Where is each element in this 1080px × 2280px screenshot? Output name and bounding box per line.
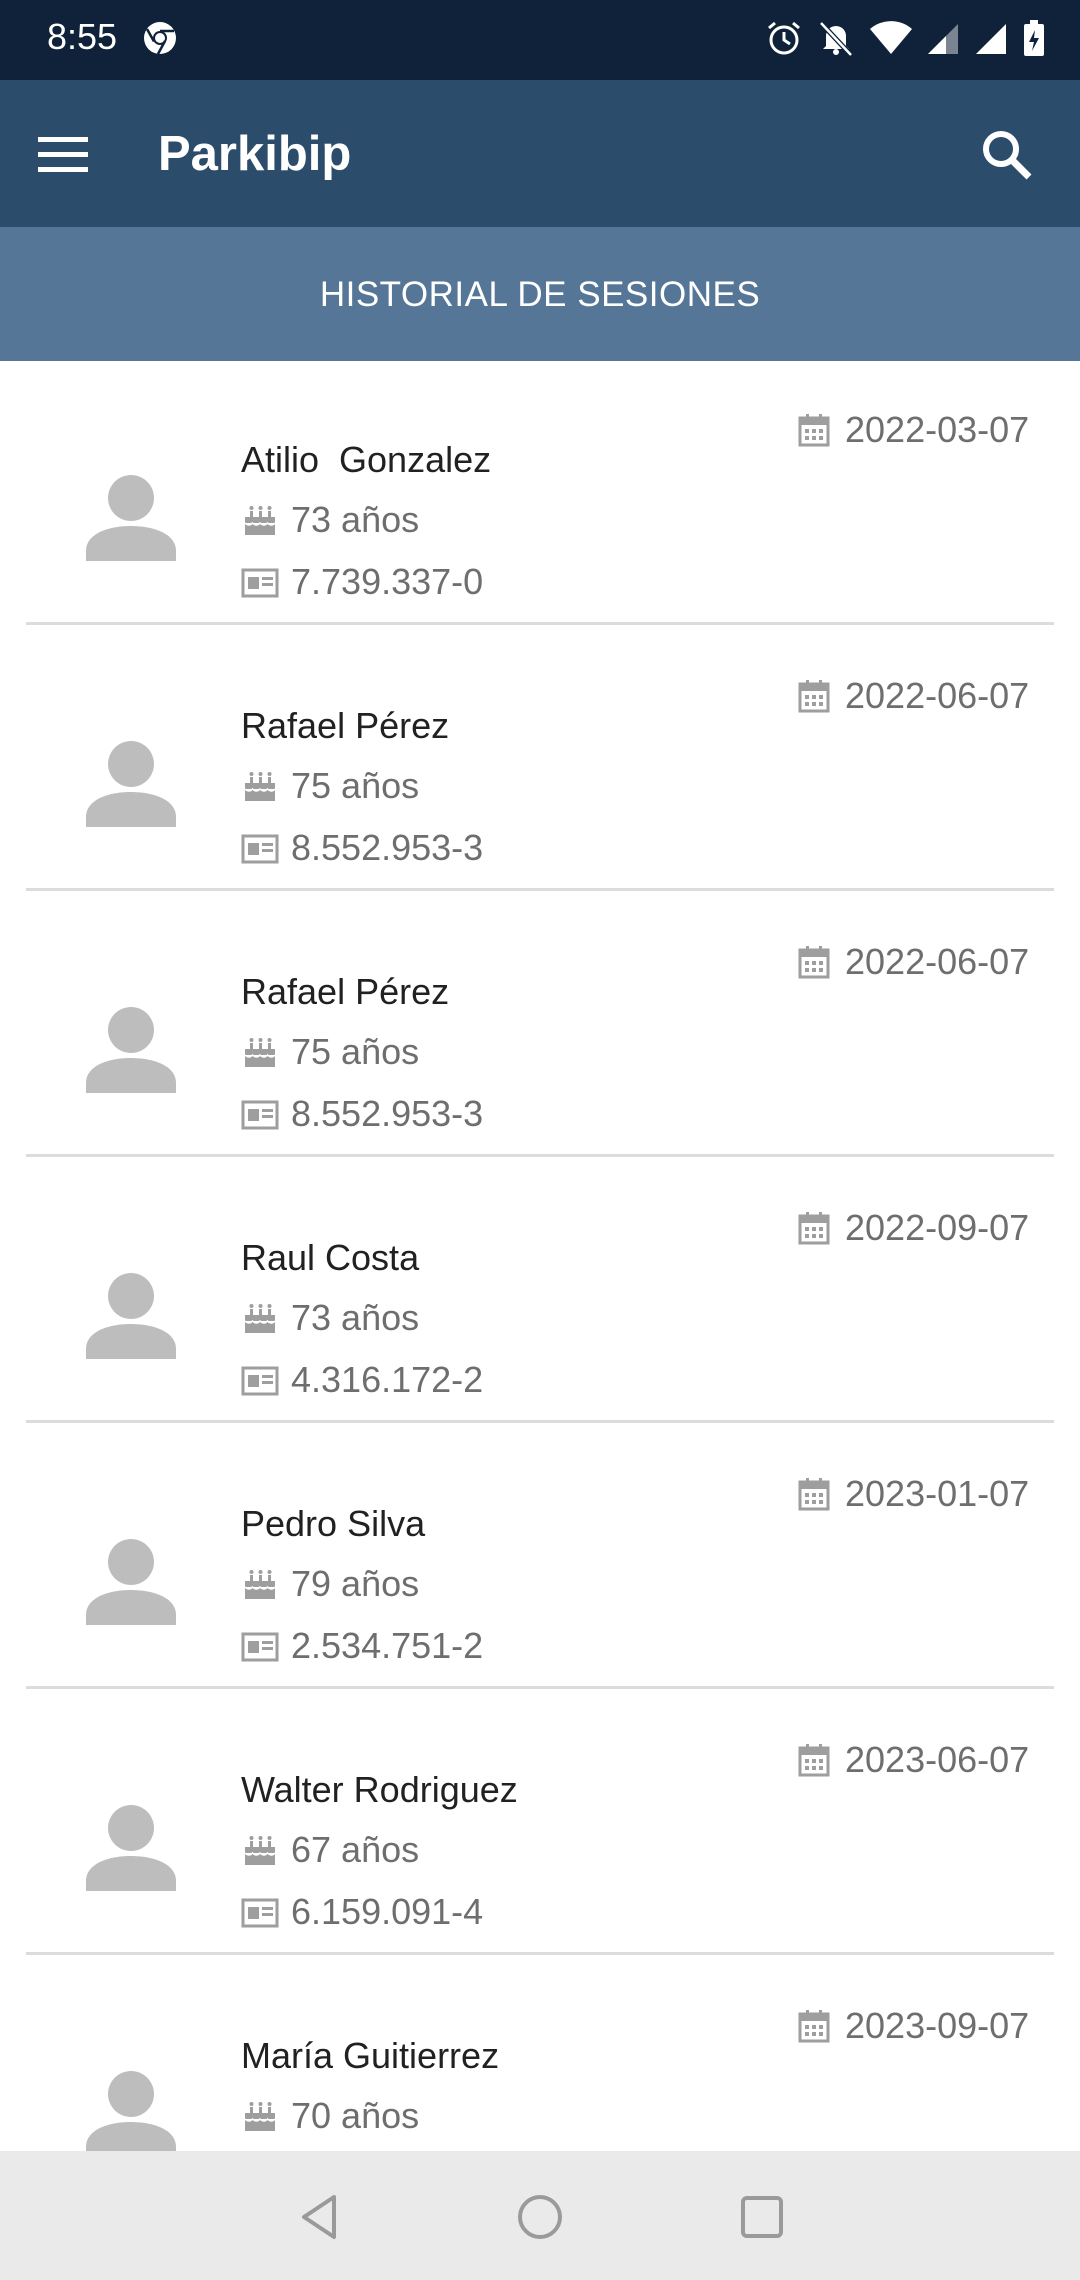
alarm-icon	[768, 21, 800, 55]
person-avatar-icon	[86, 2071, 176, 2151]
id-card-icon	[241, 834, 279, 864]
recents-icon	[741, 2196, 783, 2238]
id-card-icon	[241, 1366, 279, 1396]
calendar-icon	[798, 1478, 830, 1511]
app-title: Parkibip	[158, 127, 352, 181]
id-card-icon	[241, 568, 279, 598]
id-card-icon	[241, 1632, 279, 1662]
birthday-cake-icon	[244, 1038, 276, 1067]
birthday-cake-icon	[244, 506, 276, 535]
patient-age: 67 años	[291, 1829, 420, 1870]
birthday-cake-icon	[244, 1836, 276, 1865]
patient-name: Atilio Gonzalez	[241, 439, 492, 480]
home-button[interactable]	[512, 2189, 568, 2245]
person-avatar-icon	[86, 1539, 176, 1625]
person-avatar-icon	[86, 475, 176, 561]
back-button[interactable]	[292, 2189, 348, 2245]
calendar-icon	[798, 414, 830, 447]
patient-id: 8.552.953-3	[291, 827, 484, 868]
status-bar: 8:55	[0, 0, 1080, 80]
birthday-cake-icon	[244, 2102, 276, 2131]
patient-name: Rafael Pérez	[241, 971, 450, 1012]
session-list[interactable]: Atilio Gonzalez 73 años 7.739.337-0 2022…	[0, 361, 1080, 2151]
calendar-icon	[798, 2010, 830, 2043]
patient-id: 6.159.091-4	[291, 1891, 484, 1932]
list-item[interactable]: Walter Rodriguez 67 años 6.159.091-4 202…	[26, 1691, 1054, 1955]
session-date: 2022-09-07	[845, 1207, 1030, 1248]
calendar-icon	[798, 946, 830, 979]
birthday-cake-icon	[244, 1570, 276, 1599]
calendar-icon	[798, 680, 830, 713]
id-card-icon	[241, 1100, 279, 1130]
session-date: 2023-06-07	[845, 1739, 1030, 1780]
session-date: 2022-06-07	[845, 941, 1030, 982]
patient-age: 73 años	[291, 499, 420, 540]
recents-button[interactable]	[734, 2189, 790, 2245]
status-time: 8:55	[47, 16, 118, 57]
patient-age: 70 años	[291, 2095, 420, 2136]
patient-name: María Guitierrez	[241, 2035, 500, 2076]
signal-icon	[976, 24, 1006, 54]
navigation-bar	[0, 2151, 1080, 2280]
patient-name: Raul Costa	[241, 1237, 420, 1278]
calendar-icon	[798, 1744, 830, 1777]
patient-name: Rafael Pérez	[241, 705, 450, 746]
list-item[interactable]: Atilio Gonzalez 73 años 7.739.337-0 2022…	[26, 361, 1054, 625]
menu-icon	[38, 137, 88, 172]
list-item[interactable]: Rafael Pérez 75 años 8.552.953-3 2022-06…	[26, 893, 1054, 1157]
list-item[interactable]: Pedro Silva 79 años 2.534.751-2 2023-01-…	[26, 1425, 1054, 1689]
patient-age: 75 años	[291, 1031, 420, 1072]
patient-id: 2.534.751-2	[291, 1625, 484, 1666]
chrome-icon	[144, 22, 176, 55]
patient-age: 75 años	[291, 765, 420, 806]
tab-historial[interactable]: HISTORIAL DE SESIONES	[0, 275, 1080, 315]
calendar-icon	[798, 1212, 830, 1245]
person-avatar-icon	[86, 1007, 176, 1093]
list-item[interactable]: María Guitierrez 70 años 2023-09-07	[26, 1957, 1054, 2151]
person-avatar-icon	[86, 1273, 176, 1359]
birthday-cake-icon	[244, 772, 276, 801]
wifi-icon	[870, 21, 912, 54]
patient-age: 73 años	[291, 1297, 420, 1338]
patient-id: 7.739.337-0	[291, 561, 484, 602]
tab-bar: HISTORIAL DE SESIONES	[0, 227, 1080, 361]
id-card-icon	[241, 1898, 279, 1928]
patient-name: Pedro Silva	[241, 1503, 426, 1544]
search-button[interactable]	[980, 122, 1050, 188]
patient-id: 4.316.172-2	[291, 1359, 484, 1400]
patient-id: 8.552.953-3	[291, 1093, 484, 1134]
battery-icon	[1024, 20, 1044, 56]
signal-icon	[928, 24, 958, 54]
session-date: 2022-06-07	[845, 675, 1030, 716]
list-item[interactable]: Rafael Pérez 75 años 8.552.953-3 2022-06…	[26, 627, 1054, 891]
patient-age: 79 años	[291, 1563, 420, 1604]
birthday-cake-icon	[244, 1304, 276, 1333]
patient-name: Walter Rodriguez	[241, 1769, 518, 1810]
person-avatar-icon	[86, 1805, 176, 1891]
session-date: 2023-01-07	[845, 1473, 1030, 1514]
back-icon	[302, 2195, 336, 2239]
app-bar: Parkibip	[0, 80, 1080, 227]
notifications-off-icon	[819, 21, 853, 57]
search-icon	[983, 131, 1032, 180]
menu-button[interactable]	[38, 125, 108, 185]
person-avatar-icon	[86, 741, 176, 827]
session-date: 2023-09-07	[845, 2005, 1030, 2046]
session-date: 2022-03-07	[845, 409, 1030, 450]
list-item[interactable]: Raul Costa 73 años 4.316.172-2 2022-09-0…	[26, 1159, 1054, 1423]
home-icon	[518, 2195, 562, 2239]
